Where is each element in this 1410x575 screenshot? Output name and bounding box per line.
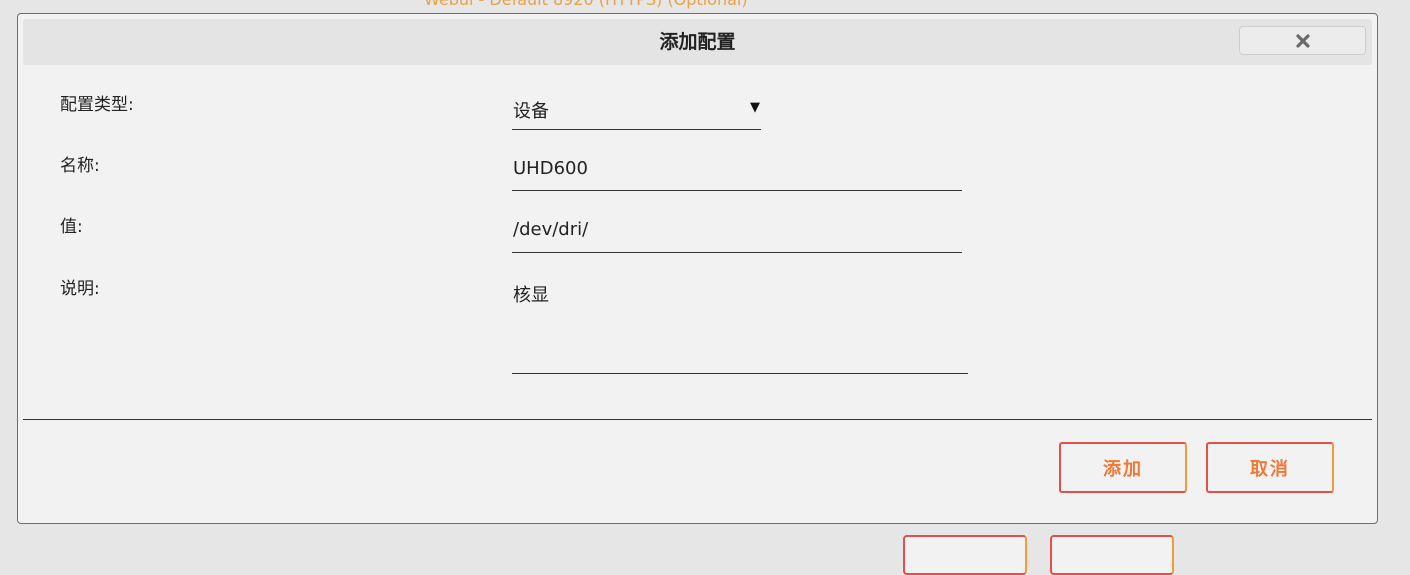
add-config-dialog: 添加配置 配置类型: 设备 ▼ 名称: UHD600 值: /dev/dri/ … [17, 13, 1378, 524]
close-x-icon [1295, 33, 1310, 48]
cancel-button[interactable]: 取消 [1206, 442, 1334, 493]
background-webui-text: Webui - Default 8920 (HTTPS) (Optional) [424, 0, 748, 9]
close-button[interactable] [1239, 26, 1366, 55]
background-button-left [903, 535, 1027, 575]
name-input-value: UHD600 [513, 158, 588, 179]
description-textarea-value: 核显 [513, 285, 549, 306]
name-input[interactable]: UHD600 [512, 151, 962, 191]
dialog-titlebar: 添加配置 [23, 19, 1372, 65]
dialog-title: 添加配置 [659, 31, 736, 53]
config-type-value: 设备 [513, 101, 549, 122]
dropdown-arrow-icon: ▼ [750, 100, 760, 115]
background-button-right [1050, 535, 1174, 575]
description-label: 说明: [60, 279, 100, 299]
add-button[interactable]: 添加 [1059, 442, 1187, 493]
value-input-value: /dev/dri/ [513, 219, 589, 240]
footer-divider [23, 419, 1372, 420]
name-label: 名称: [60, 156, 100, 176]
value-label: 值: [60, 217, 83, 237]
config-type-select[interactable]: 设备 ▼ [512, 90, 761, 130]
value-input[interactable]: /dev/dri/ [512, 212, 962, 253]
config-type-label: 配置类型: [60, 95, 134, 115]
description-textarea[interactable]: 核显 [512, 274, 968, 374]
